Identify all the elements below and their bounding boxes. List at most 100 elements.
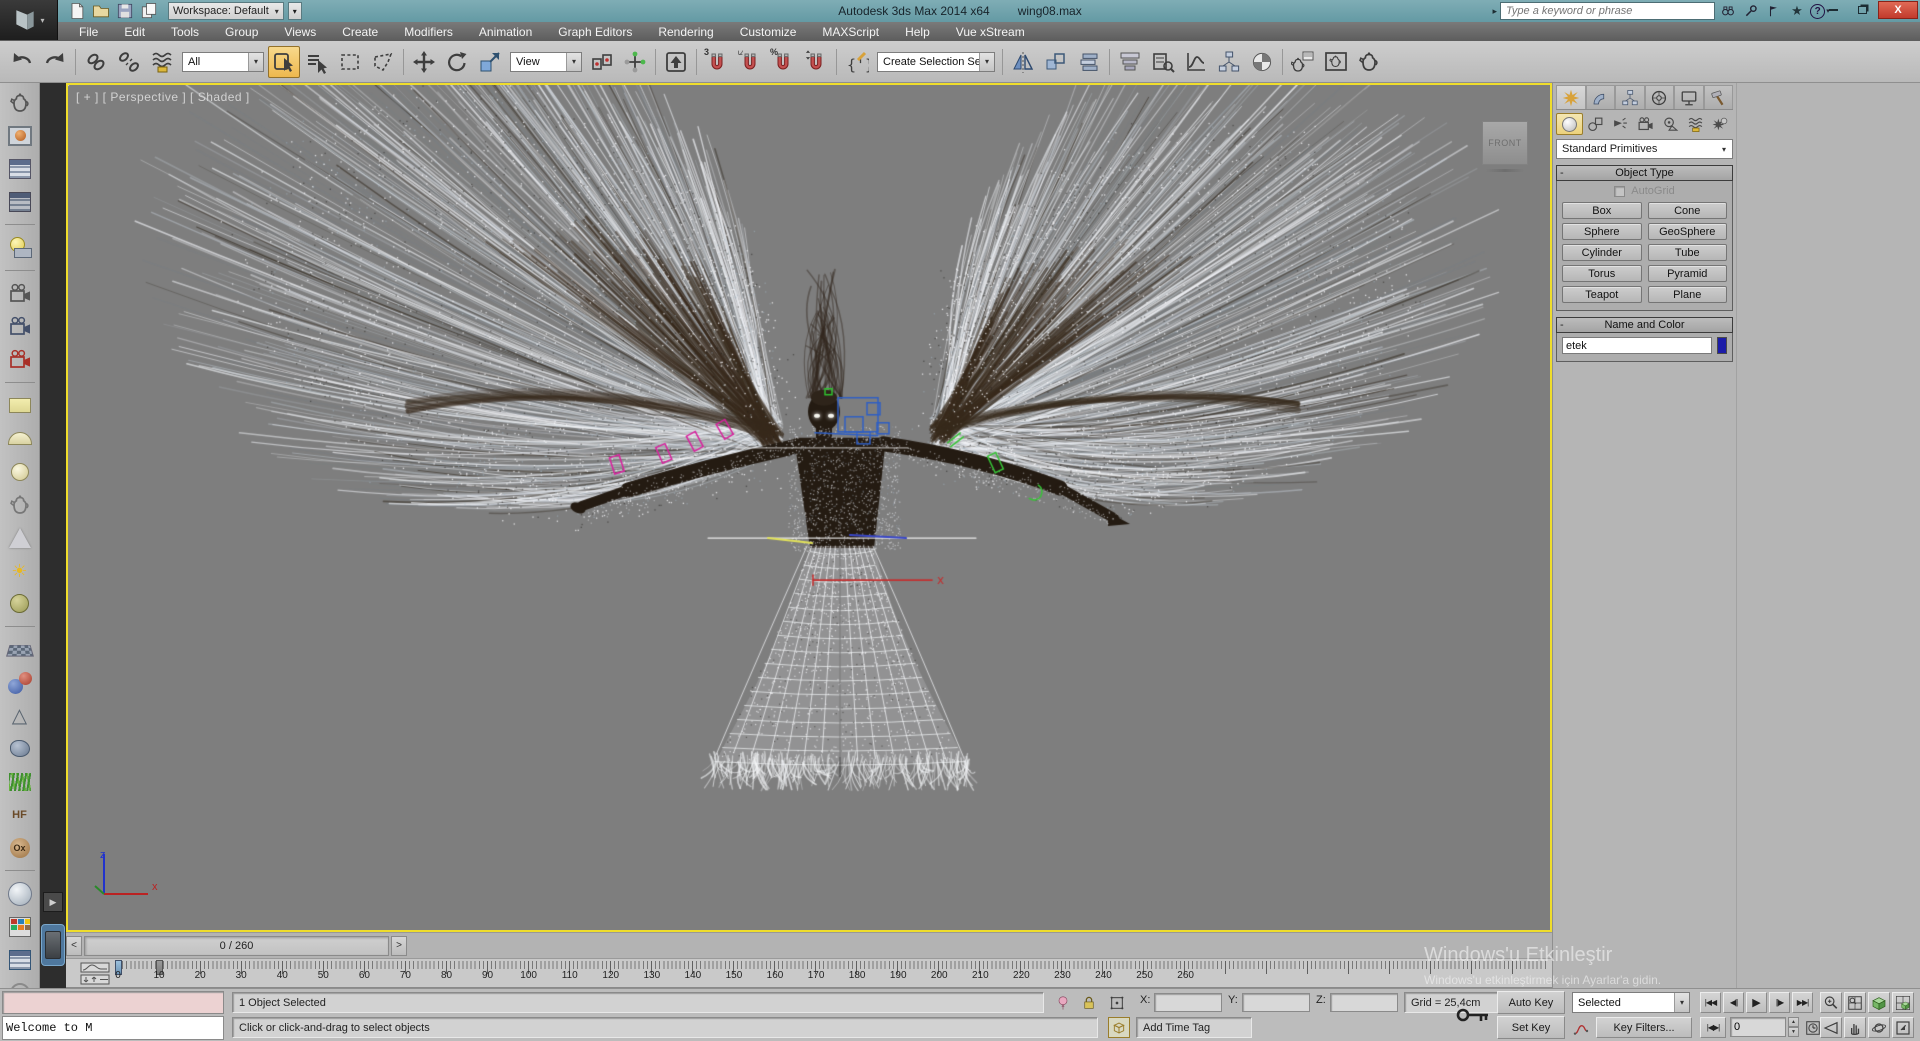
tab-display[interactable] <box>1674 85 1704 109</box>
minimize-button[interactable] <box>1820 1 1847 19</box>
sun-light-button[interactable]: ☀ <box>3 554 37 587</box>
go-to-end-button[interactable]: ▶▶| <box>1792 992 1813 1013</box>
x-coordinate-field[interactable] <box>1154 993 1222 1012</box>
favorites-star-icon[interactable]: ★ <box>1787 2 1807 20</box>
field-of-view-button[interactable] <box>1820 1017 1842 1038</box>
select-and-scale-button[interactable] <box>474 46 506 78</box>
toolbar-flyout-button[interactable]: ▾ <box>287 2 302 20</box>
object-type-button[interactable]: Sphere <box>1562 223 1642 240</box>
subtab-cameras[interactable] <box>1633 113 1658 135</box>
unlink-selection-button[interactable] <box>113 46 145 78</box>
align-button[interactable] <box>1040 46 1072 78</box>
checker-plane-button[interactable] <box>3 633 37 666</box>
select-and-manipulate-button[interactable] <box>619 46 651 78</box>
zoom-extents-all-button[interactable] <box>1892 992 1914 1013</box>
object-color-swatch[interactable] <box>1717 337 1727 354</box>
play-button[interactable]: ▶ <box>1746 992 1767 1013</box>
tab-utilities[interactable] <box>1703 85 1733 109</box>
snaps-toggle-button[interactable]: 3 <box>701 46 733 78</box>
frame-spinner[interactable]: ▲ ▼ <box>1788 1017 1799 1037</box>
rendered-frame-window-button[interactable] <box>1320 46 1352 78</box>
object-type-button[interactable]: Cylinder <box>1562 244 1642 261</box>
keyboard-shortcut-override-toggle[interactable] <box>660 46 692 78</box>
teapot-primitive-button[interactable] <box>3 488 37 521</box>
rock-object-button[interactable] <box>3 732 37 765</box>
communication-center-icon[interactable] <box>1764 2 1784 20</box>
menu-item[interactable]: Tools <box>158 22 212 41</box>
sphere-primitive-button[interactable] <box>3 455 37 488</box>
menu-item[interactable]: Rendering <box>645 22 726 41</box>
reference-coordinate-system-dropdown[interactable]: View ▾ <box>510 51 582 72</box>
object-type-button[interactable]: GeoSphere <box>1647 223 1727 240</box>
y-coordinate-field[interactable] <box>1242 993 1310 1012</box>
select-by-name-button[interactable] <box>301 46 333 78</box>
bind-to-space-warp-button[interactable] <box>146 46 178 78</box>
render-production-button[interactable] <box>1353 46 1385 78</box>
set-key-button[interactable]: Set Key <box>1497 1016 1565 1039</box>
close-button[interactable]: X <box>1878 1 1918 19</box>
menu-item[interactable]: Create <box>329 22 391 41</box>
object-type-rollout-header[interactable]: - Object Type <box>1556 165 1733 181</box>
next-frame-button[interactable]: > <box>391 935 407 956</box>
key-filters-button[interactable]: Key Filters... <box>1596 1017 1692 1038</box>
maximize-viewport-toggle[interactable] <box>1892 1017 1914 1038</box>
tab-motion[interactable] <box>1644 85 1674 109</box>
object-type-button[interactable]: Plane <box>1647 286 1727 303</box>
percent-snap-toggle[interactable]: % <box>767 46 799 78</box>
layout-flyout-button[interactable]: ▶ <box>43 892 63 912</box>
zoom-button[interactable] <box>1820 992 1842 1013</box>
material-editor-button[interactable] <box>1246 46 1278 78</box>
key-mode-toggle[interactable]: |◀▶| <box>1700 1017 1726 1038</box>
parameter-panel-button[interactable] <box>3 185 37 218</box>
image-palette-button[interactable] <box>3 910 37 943</box>
time-slider[interactable]: 0 / 260 <box>84 935 389 956</box>
object-type-button[interactable]: Teapot <box>1562 286 1642 303</box>
timeline-ruler[interactable]: 0 10 20 30 40 50 60 70 80 90 100 110 120 130 140 150 160… <box>115 959 1548 987</box>
menu-item[interactable]: Modifiers <box>391 22 466 41</box>
cone-primitive-button[interactable] <box>3 521 37 554</box>
tab-hierarchy[interactable] <box>1615 85 1645 109</box>
subtab-shapes[interactable] <box>1583 113 1608 135</box>
select-and-rotate-button[interactable] <box>441 46 473 78</box>
object-type-button[interactable]: Tube <box>1647 244 1727 261</box>
wood-material-button[interactable]: Ox <box>3 831 37 864</box>
save-file-button[interactable] <box>114 2 136 20</box>
window-crossing-toggle[interactable] <box>367 46 399 78</box>
maxscript-mini-listener-macro[interactable] <box>2 991 224 1014</box>
camera-night-button[interactable] <box>3 310 37 343</box>
object-type-button[interactable]: Torus <box>1562 265 1642 282</box>
select-and-move-button[interactable] <box>408 46 440 78</box>
subtab-lights[interactable] <box>1608 113 1633 135</box>
subscription-icon[interactable] <box>1741 2 1761 20</box>
pan-button[interactable] <box>1844 1017 1866 1038</box>
olive-sphere-button[interactable] <box>3 587 37 620</box>
track-bar[interactable]: 0 10 20 30 40 50 60 70 80 90 100 110 120 130 140 150 160… <box>66 958 1552 988</box>
next-frame-button[interactable]: ||▶ <box>1769 992 1790 1013</box>
autogrid-checkbox[interactable] <box>1614 185 1626 197</box>
zoom-extents-button[interactable] <box>1868 992 1890 1013</box>
menu-item[interactable]: Edit <box>111 22 158 41</box>
add-time-tag-field[interactable]: Add Time Tag <box>1136 1017 1252 1038</box>
menu-item[interactable]: Customize <box>727 22 810 41</box>
manage-layers-button[interactable] <box>1073 46 1105 78</box>
select-and-link-button[interactable] <box>80 46 112 78</box>
help-button[interactable]: ? <box>3 976 37 988</box>
previous-frame-button[interactable]: < <box>66 935 82 956</box>
transform-gizmo-icon[interactable] <box>1106 992 1128 1013</box>
object-type-button[interactable]: Cone <box>1647 202 1727 219</box>
subtab-geometry[interactable] <box>1556 113 1583 135</box>
spinner-snap-toggle[interactable] <box>800 46 832 78</box>
isolate-selection-icon[interactable] <box>1052 992 1074 1013</box>
menu-item[interactable]: Views <box>271 22 329 41</box>
zoom-all-button[interactable] <box>1844 992 1866 1013</box>
render-setup-button[interactable] <box>1287 46 1319 78</box>
application-menu-button[interactable]: ▾ <box>0 0 58 40</box>
script-export-button[interactable] <box>3 943 37 976</box>
film-camera-button[interactable] <box>3 277 37 310</box>
go-to-start-button[interactable]: |◀◀ <box>1700 992 1721 1013</box>
name-color-rollout-header[interactable]: - Name and Color <box>1556 317 1733 333</box>
toggle-ribbon-button[interactable] <box>1114 46 1146 78</box>
search-input[interactable] <box>1500 2 1715 20</box>
restore-button[interactable] <box>1849 1 1876 19</box>
fetch-button[interactable] <box>138 2 160 20</box>
